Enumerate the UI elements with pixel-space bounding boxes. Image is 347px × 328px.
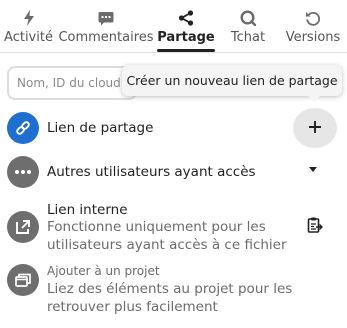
other-users-row[interactable]: Autres utilisateurs ayant accès <box>0 155 347 189</box>
tab-label: Tchat <box>230 30 266 45</box>
internal-link-description: Fonctionne uniquement pour les utilisate… <box>47 219 287 253</box>
tab-versions[interactable]: Versions <box>279 0 347 52</box>
history-icon <box>304 9 322 27</box>
share-link-row[interactable]: Lien de partage <box>0 108 347 148</box>
chat-icon <box>239 9 257 27</box>
external-link-icon <box>7 211 39 243</box>
project-description: Liez des éléments au projet pour les ret… <box>47 281 293 315</box>
add-share-link-button[interactable] <box>293 108 337 148</box>
dots-icon <box>7 156 39 188</box>
search-input[interactable] <box>17 76 127 90</box>
internal-link-row: Lien interne Fonctionne uniquement pour … <box>0 200 347 256</box>
tab-chat[interactable]: Tchat <box>217 0 279 52</box>
tooltip-arrow <box>308 96 320 102</box>
share-link-label: Lien de partage <box>47 120 154 136</box>
tab-label: Commentaires <box>58 30 154 45</box>
sidebar-tabs: Activité Commentaires Partage Tchat Vers… <box>0 0 347 52</box>
tooltip-text: Créer un nouveau lien de partage <box>126 73 338 88</box>
lightning-icon <box>20 9 38 27</box>
clipboard-icon <box>307 216 323 238</box>
share-icon <box>177 9 195 27</box>
chevron-down-icon[interactable] <box>309 167 317 172</box>
project-title: Ajouter à un projet <box>47 264 160 278</box>
comment-icon <box>97 9 115 27</box>
tabs-divider <box>0 52 347 53</box>
tab-comments[interactable]: Commentaires <box>57 0 155 52</box>
link-icon <box>7 112 39 144</box>
plus-icon <box>308 119 322 138</box>
tooltip: Créer un nouveau lien de partage <box>122 65 342 102</box>
project-icon <box>7 264 39 296</box>
tab-sharing[interactable]: Partage <box>155 0 217 52</box>
add-to-project-row[interactable]: Ajouter à un projet Liez des éléments au… <box>0 262 347 318</box>
tab-label: Activité <box>4 30 53 45</box>
copy-internal-link-button[interactable] <box>304 215 326 239</box>
tab-label: Partage <box>157 30 215 45</box>
share-search-field[interactable] <box>7 66 137 100</box>
internal-link-title: Lien interne <box>47 202 128 218</box>
tab-activity[interactable]: Activité <box>0 0 57 52</box>
other-users-label: Autres utilisateurs ayant accès <box>47 164 256 180</box>
tab-label: Versions <box>285 30 341 45</box>
